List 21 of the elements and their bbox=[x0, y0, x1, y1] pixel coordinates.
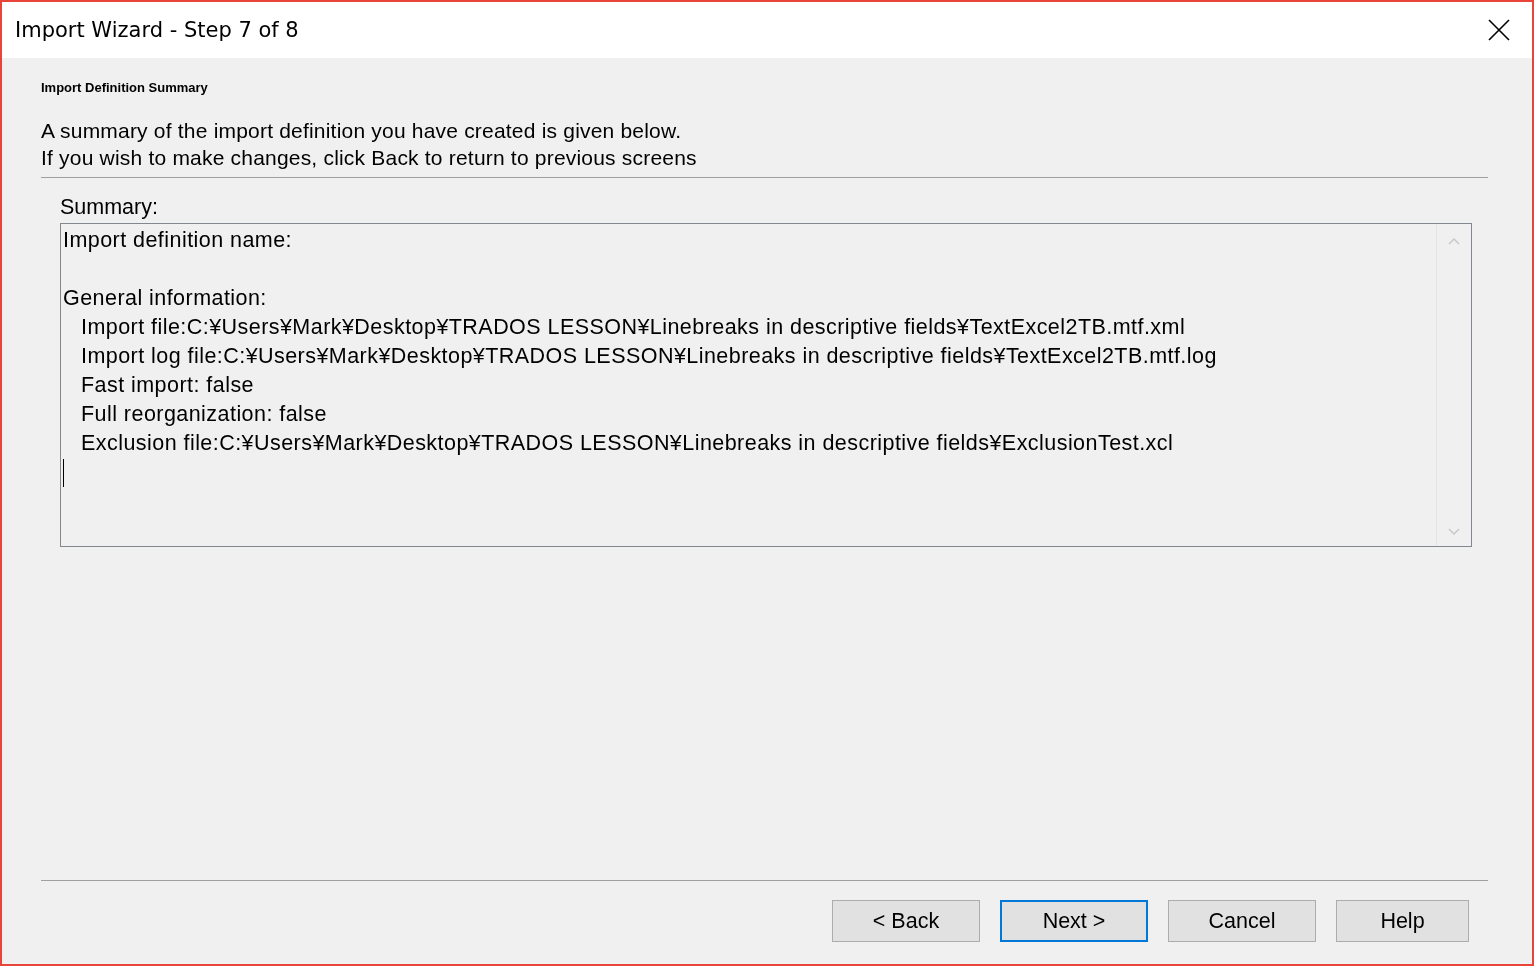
wizard-button[interactable]: Cancel bbox=[1168, 900, 1316, 942]
wizard-button[interactable]: Next > bbox=[1000, 900, 1148, 942]
summary-section-title: Import definition name: bbox=[63, 227, 294, 254]
summary-section-title: General information: bbox=[63, 285, 268, 312]
summary-line: Import log file:C:¥Users¥Mark¥Desktop¥TRADOS LESSON¥Linebreaks in descriptive fields¥TextExcel2TB.mtf.log bbox=[80, 343, 1218, 370]
section-heading: Import Definition Summary bbox=[41, 80, 209, 95]
description-text: A summary of the import definition you have created is given below. bbox=[41, 118, 683, 144]
scroll-down-icon[interactable] bbox=[1448, 528, 1460, 536]
summary-line: Fast import: false bbox=[80, 372, 255, 399]
summary-label: Summary: bbox=[60, 195, 159, 220]
summary-text-area[interactable] bbox=[60, 223, 1472, 547]
summary-line: Full reorganization: false bbox=[80, 401, 328, 428]
window-title: Import Wizard - Step 7 of 8 bbox=[15, 18, 299, 42]
wizard-button[interactable]: Help bbox=[1336, 900, 1469, 942]
description-text: If you wish to make changes, click Back to return to previous screens bbox=[41, 145, 698, 171]
summary-line: Import file:C:¥Users¥Mark¥Desktop¥TRADOS LESSON¥Linebreaks in descriptive fields¥TextExcel2TB.mtf.xml bbox=[80, 314, 1187, 341]
text-cursor bbox=[63, 459, 64, 487]
summary-line: Exclusion file:C:¥Users¥Mark¥Desktop¥TRADOS LESSON¥Linebreaks in descriptive fields¥ExclusionTest.xcl bbox=[80, 430, 1175, 457]
close-icon[interactable] bbox=[1488, 19, 1510, 41]
scroll-up-icon[interactable] bbox=[1448, 237, 1460, 245]
wizard-button[interactable]: < Back bbox=[832, 900, 980, 942]
